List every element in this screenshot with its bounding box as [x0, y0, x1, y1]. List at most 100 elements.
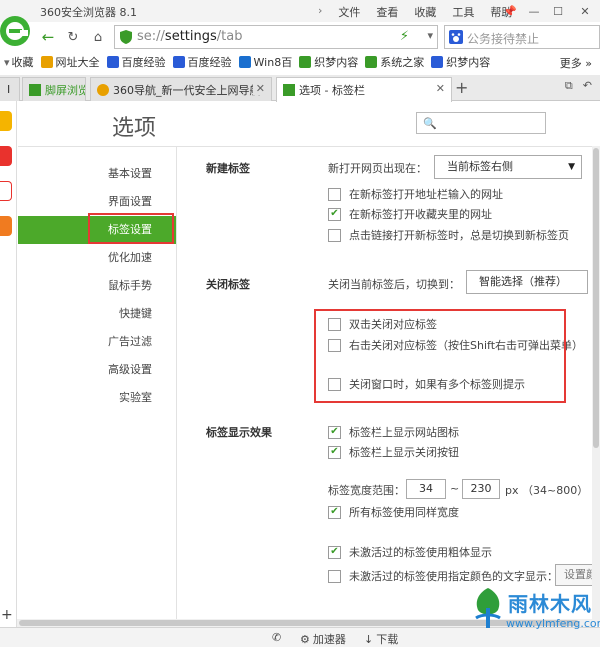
navigation-bar: ← ↻ ⌂ se://settings/tab ⚡ ▾ 公务接待禁止 [34, 24, 600, 50]
option-row[interactable]: 在新标签打开收藏夹里的网址 [328, 206, 492, 222]
bookmark-label: 系统之家 [380, 56, 425, 69]
bookmark-item[interactable]: Win8百 [238, 54, 293, 70]
search-input[interactable]: 公务接待禁止 [467, 30, 539, 47]
side-toolbar: + [0, 101, 17, 631]
address-bar[interactable]: se://settings/tab ⚡ ▾ [114, 25, 438, 49]
pin-icon[interactable]: 📌 [498, 0, 522, 22]
tab[interactable]: I [0, 77, 20, 101]
nav-lab[interactable]: 实验室 [18, 384, 176, 412]
bookmark-icon [172, 56, 185, 68]
star-icon[interactable] [0, 111, 12, 131]
at-icon[interactable] [0, 181, 12, 201]
option-label: 在新标签打开收藏夹里的网址 [349, 208, 492, 221]
bookmark-icon [40, 56, 53, 68]
tab[interactable]: 脚屏浏览 [22, 77, 86, 101]
tab-favicon-icon [97, 83, 109, 96]
news-icon[interactable] [0, 216, 12, 236]
menu-view[interactable]: 查看 [376, 4, 398, 20]
close-button[interactable]: ✕ [570, 0, 600, 22]
menu-favorites[interactable]: 收藏 [414, 4, 436, 20]
checkbox[interactable] [328, 425, 341, 439]
download-label: 下载 [376, 633, 399, 646]
refresh-icon[interactable]: ↻ [63, 27, 83, 47]
add-sidebar-icon[interactable]: + [1, 607, 13, 623]
bookmark-item[interactable]: 百度经验 [106, 54, 166, 70]
window-controls: 📌 — ☐ ✕ [498, 0, 600, 22]
checkbox[interactable] [328, 187, 341, 201]
nav-adblock[interactable]: 广告过滤 [18, 328, 176, 356]
weibo-icon[interactable] [0, 146, 12, 166]
chevron-right-icon[interactable]: › [318, 4, 322, 20]
switch-after-close-select[interactable]: 智能选择（推荐） [466, 270, 588, 294]
feedback-icon[interactable]: ✆ [272, 631, 281, 644]
nav-basic[interactable]: 基本设置 [18, 160, 176, 188]
bookmark-label: Win8百 [253, 56, 293, 69]
bookmark-label: 百度经验 [187, 56, 232, 69]
tab-close-icon[interactable]: ✕ [436, 82, 445, 95]
tab-close-icon[interactable]: ✕ [252, 82, 265, 95]
restore-tabs-icon[interactable]: ⧉ [565, 79, 573, 93]
maximize-button[interactable]: ☐ [546, 0, 570, 22]
settings-search-input[interactable]: 🔍 [416, 112, 546, 134]
open-position-select[interactable]: 当前标签右侧 ▼ [434, 155, 582, 179]
nav-advanced[interactable]: 高级设置 [18, 356, 176, 384]
favorites-label: 收藏 [11, 56, 34, 69]
menu-tools[interactable]: 工具 [452, 4, 474, 20]
settings-nav: 基本设置 界面设置 标签设置 优化加速 鼠标手势 快捷键 广告过滤 高级设置 实… [18, 160, 176, 412]
browser-logo [0, 16, 30, 46]
checkbox[interactable] [328, 228, 341, 242]
option-label: 标签栏上显示关闭按钮 [349, 446, 459, 459]
option-row[interactable]: 所有标签使用同样宽度 [328, 504, 459, 520]
bookmark-icon [299, 56, 312, 68]
download-button[interactable]: ↓ 下载 [364, 631, 398, 647]
bookmark-item[interactable]: 百度经验 [172, 54, 232, 70]
bookmark-item[interactable]: 织梦内容 [431, 54, 490, 70]
bookmark-item[interactable]: 系统之家 [365, 54, 424, 70]
checkbox[interactable] [328, 545, 341, 559]
scroll-thumb[interactable] [593, 148, 599, 448]
bookmark-icon [365, 56, 378, 68]
checkbox[interactable] [328, 445, 341, 459]
tab-width-min-input[interactable]: 34 [406, 479, 446, 499]
nav-interface[interactable]: 界面设置 [18, 188, 176, 216]
app-title: 360安全浏览器 8.1 [40, 6, 137, 19]
option-row[interactable]: 标签栏上显示网站图标 [328, 424, 459, 440]
checkbox[interactable] [328, 569, 341, 583]
bookmark-item[interactable]: 网址大全 [40, 54, 100, 70]
minimize-button[interactable]: — [522, 0, 546, 22]
bookmark-label: 网址大全 [55, 56, 100, 69]
bookmark-item[interactable]: 织梦内容 [299, 54, 358, 70]
watermark: 雨林木风 www.ylmfeng.com [470, 580, 600, 647]
tab-active[interactable]: 选项 - 标签栏 ✕ [276, 77, 452, 102]
nav-shortcuts[interactable]: 快捷键 [18, 300, 176, 328]
option-row[interactable]: 在新标签打开地址栏输入的网址 [328, 186, 503, 202]
tab[interactable]: 360导航_新一代安全上网导航 ✕ [90, 77, 272, 101]
accelerator-button[interactable]: ⚙ 加速器 [300, 631, 346, 647]
option-row[interactable]: 标签栏上显示关闭按钮 [328, 444, 459, 460]
bookmarks-more-button[interactable]: 更多 » [560, 55, 592, 71]
chevron-down-icon[interactable]: ▾ [427, 29, 433, 42]
checkbox[interactable] [328, 207, 341, 221]
vertical-scrollbar[interactable] [592, 146, 600, 626]
home-icon[interactable]: ⌂ [88, 27, 108, 47]
tab-label: 脚屏浏览 [45, 83, 86, 97]
section-title-tab-display: 标签显示效果 [206, 426, 272, 439]
tab-favicon-icon [283, 84, 295, 96]
back-icon[interactable]: ← [38, 27, 58, 47]
tab-tools: ⧉ ↶ [565, 79, 592, 93]
option-row[interactable]: 未激活过的标签使用粗体显示 [328, 544, 492, 560]
bookmark-favorites[interactable]: ▾ 收藏 [4, 54, 34, 70]
nav-mouse-gestures[interactable]: 鼠标手势 [18, 272, 176, 300]
tree-logo-icon [475, 588, 501, 628]
menu-file[interactable]: 文件 [338, 4, 360, 20]
undo-close-icon[interactable]: ↶ [583, 79, 592, 93]
search-box[interactable]: 公务接待禁止 [444, 25, 600, 49]
new-tab-button[interactable]: + [455, 78, 468, 97]
tab-width-max-input[interactable]: 230 [462, 479, 500, 499]
address-scheme: se:// [137, 29, 165, 44]
lightning-icon[interactable]: ⚡ [400, 29, 409, 44]
checkbox[interactable] [328, 505, 341, 519]
option-row[interactable]: 点击链接打开新标签时，总是切换到新标签页 [328, 227, 569, 243]
nav-optimize[interactable]: 优化加速 [18, 244, 176, 272]
section-title-close-tab: 关闭标签 [206, 278, 250, 291]
